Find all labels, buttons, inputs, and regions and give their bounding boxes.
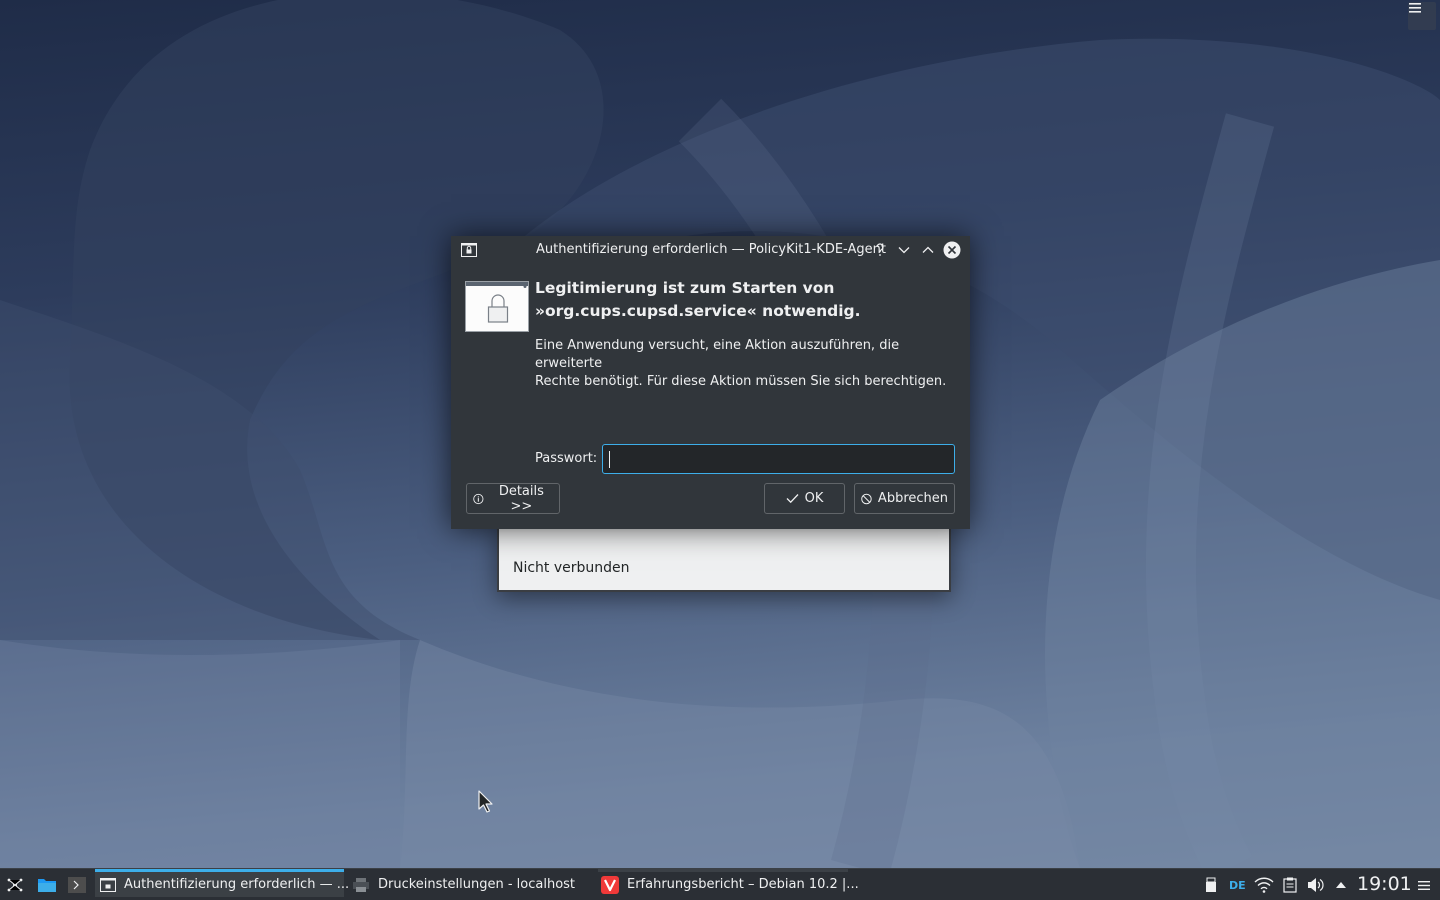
- task-label: Erfahrungsbericht – Debian 10.2 |...: [627, 877, 859, 892]
- tray-expander-button[interactable]: [1334, 875, 1348, 895]
- help-button[interactable]: [871, 241, 889, 259]
- task-print-settings[interactable]: Druckeinstellungen - localhost: [349, 869, 595, 900]
- description-line-1: Eine Anwendung versucht, eine Aktion aus…: [535, 338, 900, 371]
- application-launcher-button[interactable]: [5, 875, 25, 895]
- chevron-up-icon: [922, 246, 934, 253]
- lock-window-icon: [100, 876, 116, 894]
- task-vivaldi-browser[interactable]: Erfahrungsbericht – Debian 10.2 |...: [598, 869, 859, 897]
- info-icon: [473, 493, 484, 504]
- checkmark-icon: [786, 494, 799, 504]
- cancel-icon: [861, 493, 872, 504]
- close-button[interactable]: [943, 241, 961, 259]
- folder-icon: [38, 879, 56, 892]
- padlock-icon: [487, 285, 527, 323]
- dialog-title: Authentifizierung erforderlich — PolicyK…: [536, 242, 886, 257]
- heading-line-2: »org.cups.cupsd.service« notwendig.: [535, 302, 861, 320]
- minimize-button[interactable]: [895, 241, 913, 259]
- taskbar: Authentifizierung erforderlich — ... Dru…: [0, 868, 1440, 900]
- clipboard-tray[interactable]: [1282, 875, 1298, 895]
- usb-drive-icon: [1206, 877, 1216, 892]
- digital-clock[interactable]: 19:01: [1357, 873, 1412, 895]
- keyboard-layout-indicator[interactable]: DE: [1229, 875, 1246, 895]
- panel-menu-button[interactable]: [1417, 875, 1431, 895]
- task-authentication-dialog[interactable]: Authentifizierung erforderlich — ...: [95, 869, 349, 897]
- debian-menu-icon: [7, 878, 23, 892]
- close-icon: [943, 241, 961, 259]
- cancel-button-label: Abbrechen: [877, 491, 948, 506]
- description-line-2: Rechte benötigt. Für diese Aktion müssen…: [535, 374, 947, 389]
- cancel-button[interactable]: Abbrechen: [854, 483, 955, 514]
- clipboard-icon: [1283, 877, 1297, 893]
- dialog-titlebar[interactable]: Authentifizierung erforderlich — PolicyK…: [451, 236, 970, 264]
- lock-illustration: [465, 281, 529, 332]
- task-label: Druckeinstellungen - localhost: [378, 877, 576, 892]
- vivaldi-icon: [601, 875, 619, 894]
- hamburger-icon: [1418, 880, 1430, 890]
- task-label: Authentifizierung erforderlich — ...: [124, 877, 350, 892]
- triangle-up-icon: [1336, 882, 1346, 888]
- wifi-icon: [1254, 877, 1274, 893]
- ok-button-label: OK: [804, 491, 824, 506]
- heading-line-1: Legitimierung ist zum Starten von: [535, 279, 835, 297]
- chevron-down-icon: [898, 247, 910, 254]
- lock-window-icon[interactable]: [461, 242, 477, 261]
- dialog-heading: Legitimierung ist zum Starten von »org.c…: [535, 277, 955, 323]
- text-caret: [609, 451, 610, 468]
- password-label: Passwort:: [535, 451, 598, 466]
- dialog-description: Eine Anwendung versucht, eine Aktion aus…: [535, 337, 960, 391]
- help-icon: [876, 243, 884, 256]
- terminal-launcher[interactable]: [67, 875, 87, 895]
- printer-icon: [352, 876, 370, 894]
- speaker-icon: [1308, 878, 1324, 892]
- network-tray[interactable]: [1254, 875, 1274, 895]
- file-manager-launcher[interactable]: [37, 875, 57, 895]
- maximize-button[interactable]: [919, 241, 937, 259]
- ok-button[interactable]: OK: [764, 483, 845, 514]
- volume-tray[interactable]: [1307, 875, 1325, 895]
- desktop-menu-button[interactable]: [1408, 2, 1436, 30]
- mouse-cursor-icon: [478, 790, 493, 813]
- usb-device-tray[interactable]: [1204, 875, 1218, 895]
- hamburger-icon: [1409, 3, 1421, 13]
- connection-status-text: Nicht verbunden: [513, 560, 630, 576]
- password-input[interactable]: [602, 444, 955, 474]
- authentication-dialog: Authentifizierung erforderlich — PolicyK…: [451, 236, 970, 529]
- printer-settings-window: Nicht verbunden: [497, 520, 951, 592]
- terminal-icon: [68, 877, 86, 893]
- details-button[interactable]: Details >>: [466, 483, 560, 514]
- details-button-label: Details >>: [498, 483, 544, 514]
